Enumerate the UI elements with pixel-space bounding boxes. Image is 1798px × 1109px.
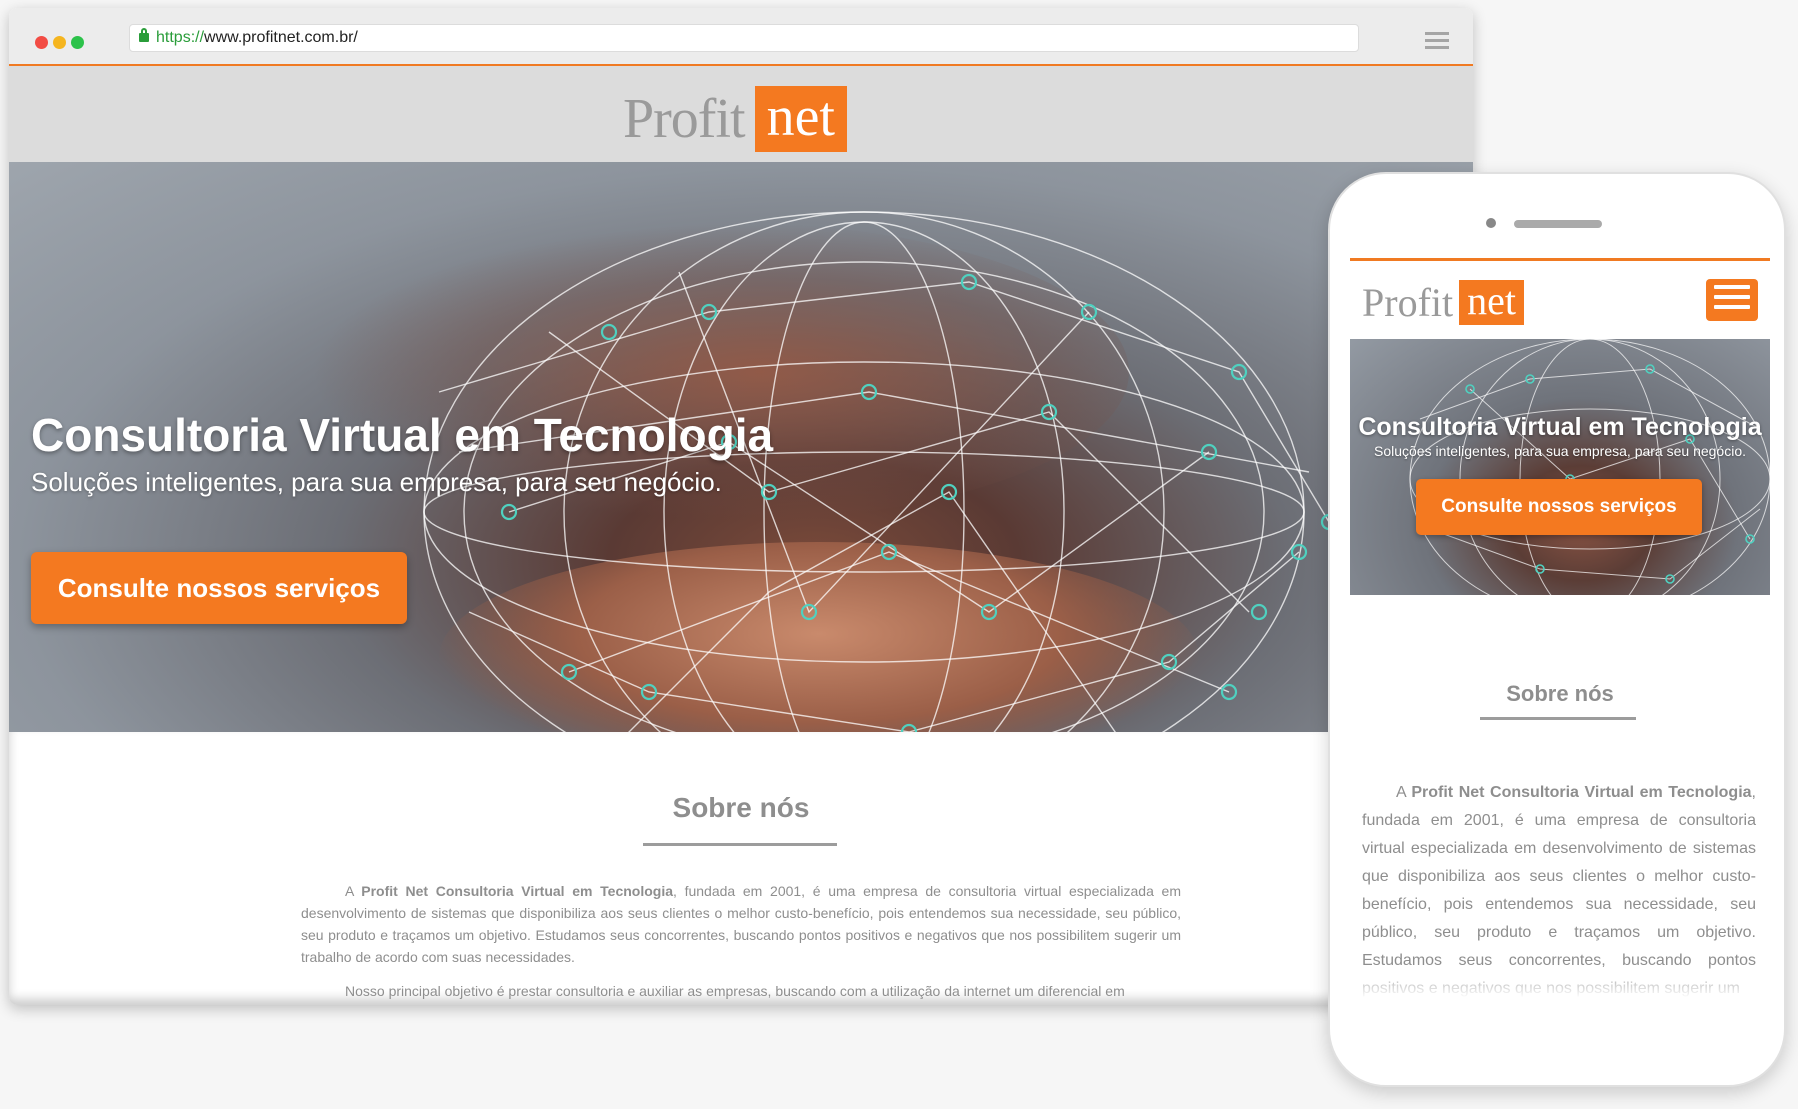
hero-title: Consultoria Virtual em Tecnologia xyxy=(31,409,774,461)
mobile-site-logo[interactable]: Profit net xyxy=(1362,279,1524,326)
url-host: www.profitnet.com.br/ xyxy=(204,29,358,46)
maximize-window-button[interactable] xyxy=(71,36,84,49)
about-divider xyxy=(643,843,837,846)
phone-camera xyxy=(1486,218,1496,228)
browser-menu-icon[interactable] xyxy=(1425,32,1449,50)
minimize-window-button[interactable] xyxy=(53,36,66,49)
network-globe-graphic xyxy=(1409,339,1770,595)
phone-speaker xyxy=(1514,220,1602,228)
hamburger-menu-icon[interactable] xyxy=(1706,279,1758,321)
about-paragraph: Nosso principal objetivo é prestar consu… xyxy=(345,983,1125,999)
mobile-screen: Profit net Consultoria Virtual em Tecnol… xyxy=(1350,258,1770,1006)
consult-services-button[interactable]: Consulte nossos serviços xyxy=(31,552,407,624)
mobile-scroll-fade xyxy=(1350,966,1770,1006)
desktop-browser-mockup: https://www.profitnet.com.br/ Consultori… xyxy=(9,8,1473,1005)
mobile-hero-section: Consultoria Virtual em Tecnologia Soluçõ… xyxy=(1350,339,1770,595)
network-globe-graphic xyxy=(423,211,1338,732)
about-paragraph: A Profit Net Consultoria Virtual em Tecn… xyxy=(301,883,1181,965)
mobile-hero-subtitle: Soluções inteligentes, para sua empresa,… xyxy=(1373,443,1746,459)
lock-icon xyxy=(139,28,149,42)
desktop-page: Consultoria Virtual em Tecnologia Soluçõ… xyxy=(9,66,1473,1005)
url-scheme: https:// xyxy=(156,29,205,46)
hero-subtitle: Soluções inteligentes, para sua empresa,… xyxy=(31,467,722,497)
mobile-about-divider xyxy=(1480,717,1636,720)
close-window-button[interactable] xyxy=(35,36,48,49)
browser-toolbar: https://www.profitnet.com.br/ xyxy=(9,8,1473,66)
hero-section: Consultoria Virtual em Tecnologia Soluçõ… xyxy=(9,162,1473,732)
about-text: A Profit Net Consultoria Virtual em Tecn… xyxy=(301,880,1181,1005)
site-logo[interactable]: Profit net xyxy=(623,86,847,152)
mobile-hero-title: Consultoria Virtual em Tecnologia xyxy=(1358,413,1762,441)
logo-text-net: net xyxy=(1459,280,1524,325)
mobile-consult-services-button[interactable]: Consulte nossos serviços xyxy=(1416,479,1702,535)
address-bar[interactable]: https://www.profitnet.com.br/ xyxy=(129,24,1359,52)
about-section: Sobre nós A Profit Net Consultoria Virtu… xyxy=(9,732,1473,1005)
about-title: Sobre nós xyxy=(672,792,810,823)
mobile-phone-mockup: Profit net Consultoria Virtual em Tecnol… xyxy=(1328,172,1786,1087)
logo-text-profit: Profit xyxy=(623,88,746,150)
mobile-about-title: Sobre nós xyxy=(1506,681,1614,706)
logo-text-net: net xyxy=(754,86,847,152)
company-name: Profit Net Consultoria Virtual em Tecnol… xyxy=(361,883,674,899)
company-name: Profit Net Consultoria Virtual em Tecnol… xyxy=(1411,784,1752,801)
logo-text-profit: Profit xyxy=(1362,280,1454,325)
